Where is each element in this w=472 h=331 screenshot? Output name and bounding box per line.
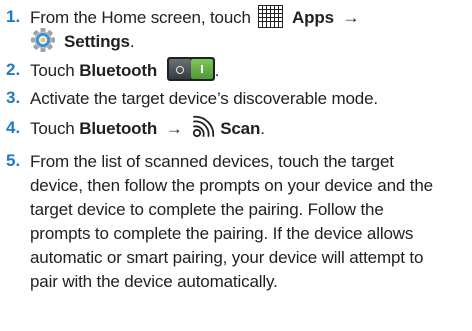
scan-icon: [191, 115, 215, 139]
step-text: Activate the target device’s discoverabl…: [30, 89, 378, 108]
step-text-line: automatic or smart pairing, your device …: [30, 248, 424, 267]
step-text-segment: Touch: [30, 119, 75, 138]
instruction-steps: 1. From the Home screen, touch Apps → Se…: [0, 0, 472, 331]
step-number: 2.: [6, 60, 21, 79]
bluetooth-label: Bluetooth: [79, 119, 158, 138]
step-text-segment: .: [129, 32, 135, 51]
settings-label: Settings: [64, 32, 130, 51]
apps-grid-icon: [258, 5, 284, 29]
step-text-line: pair with the device automatically.: [30, 272, 278, 291]
step-text-segment: From the Home screen, touch: [30, 8, 251, 27]
toggle-on-segment: [190, 58, 213, 79]
step-number: 4.: [6, 118, 21, 137]
scan-label: Scan: [220, 119, 261, 138]
toggle-off-segment: [168, 58, 191, 79]
off-ring-icon: [175, 65, 184, 74]
step-text-segment: Touch: [30, 61, 75, 80]
step-text-line: device, then follow the prompts on your …: [30, 176, 433, 195]
step-text-segment: .: [260, 119, 265, 138]
step-number: 5.: [6, 151, 21, 170]
step-number: 3.: [6, 88, 21, 107]
step-text-line: target device to complete the pairing. F…: [30, 200, 384, 219]
step-text-segment: .: [214, 61, 220, 80]
settings-gear-icon: [30, 27, 56, 53]
bluetooth-toggle-icon: [166, 56, 215, 81]
step-text: From the Home screen, touch Apps → Setti…: [30, 5, 466, 58]
step-text: From the list of scanned devices, touch …: [30, 150, 466, 294]
arrow: →: [165, 119, 183, 138]
step-text: Touch Bluetooth → Scan.: [30, 115, 466, 141]
step-text-line: prompts to complete the pairing. If the …: [30, 224, 414, 243]
step-text-line: From the list of scanned devices, touch …: [30, 152, 394, 171]
step-text: Touch Bluetooth .: [30, 56, 466, 83]
bluetooth-label: Bluetooth: [79, 61, 158, 80]
apps-label: Apps: [291, 8, 334, 27]
on-bar-icon: [200, 64, 203, 73]
step-number: 1.: [6, 7, 21, 26]
arrow: →: [342, 8, 360, 27]
